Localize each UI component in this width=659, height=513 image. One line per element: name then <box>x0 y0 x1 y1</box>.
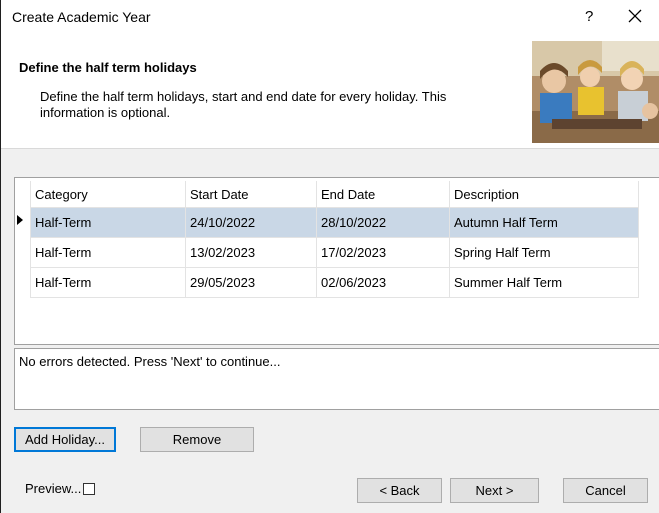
add-holiday-button[interactable]: Add Holiday... <box>14 427 116 452</box>
preview-checkbox[interactable] <box>83 482 96 495</box>
window-title: Create Academic Year <box>12 9 151 25</box>
column-header-description[interactable]: Description <box>449 181 639 208</box>
cell-description[interactable]: Spring Half Term <box>449 237 639 268</box>
classroom-photo <box>532 41 659 143</box>
preview-toggle[interactable]: Preview... <box>25 481 96 496</box>
cell-category[interactable]: Half-Term <box>30 267 186 298</box>
table-row[interactable]: Half-Term 13/02/2023 17/02/2023 Spring H… <box>30 237 639 268</box>
page-title: Define the half term holidays <box>19 60 197 75</box>
create-academic-year-dialog: Create Academic Year ? Define the half t… <box>0 0 659 513</box>
column-header-category[interactable]: Category <box>30 181 186 208</box>
cell-start-date[interactable]: 29/05/2023 <box>185 267 317 298</box>
preview-label: Preview... <box>25 481 82 496</box>
cell-description[interactable]: Autumn Half Term <box>449 207 639 238</box>
back-button[interactable]: < Back <box>357 478 442 503</box>
column-header-start-date[interactable]: Start Date <box>185 181 317 208</box>
cell-end-date[interactable]: 17/02/2023 <box>316 237 450 268</box>
cell-category[interactable]: Half-Term <box>30 237 186 268</box>
table-header-row: Category Start Date End Date Description <box>30 181 639 208</box>
close-icon[interactable] <box>623 4 647 28</box>
table-row[interactable]: Half-Term 29/05/2023 02/06/2023 Summer H… <box>30 267 639 298</box>
cell-category[interactable]: Half-Term <box>30 207 186 238</box>
cell-start-date[interactable]: 24/10/2022 <box>185 207 317 238</box>
holiday-table: Category Start Date End Date Description… <box>30 181 639 298</box>
cancel-button[interactable]: Cancel <box>563 478 648 503</box>
validation-status-box: No errors detected. Press 'Next' to cont… <box>14 348 659 410</box>
table-row[interactable]: Half-Term 24/10/2022 28/10/2022 Autumn H… <box>30 207 639 238</box>
column-header-end-date[interactable]: End Date <box>316 181 450 208</box>
page-description: Define the half term holidays, start and… <box>40 89 447 120</box>
cell-start-date[interactable]: 13/02/2023 <box>185 237 317 268</box>
status-message: No errors detected. Press 'Next' to cont… <box>19 354 281 369</box>
holiday-grid[interactable]: Category Start Date End Date Description… <box>14 177 659 345</box>
cell-end-date[interactable]: 02/06/2023 <box>316 267 450 298</box>
help-button[interactable]: ? <box>585 8 593 25</box>
next-button[interactable]: Next > <box>450 478 539 503</box>
current-row-indicator-icon <box>17 215 23 225</box>
title-bar: Create Academic Year ? <box>1 0 659 38</box>
wizard-header: Define the half term holidays Define the… <box>1 38 659 149</box>
cell-description[interactable]: Summer Half Term <box>449 267 639 298</box>
cell-end-date[interactable]: 28/10/2022 <box>316 207 450 238</box>
remove-button[interactable]: Remove <box>140 427 254 452</box>
